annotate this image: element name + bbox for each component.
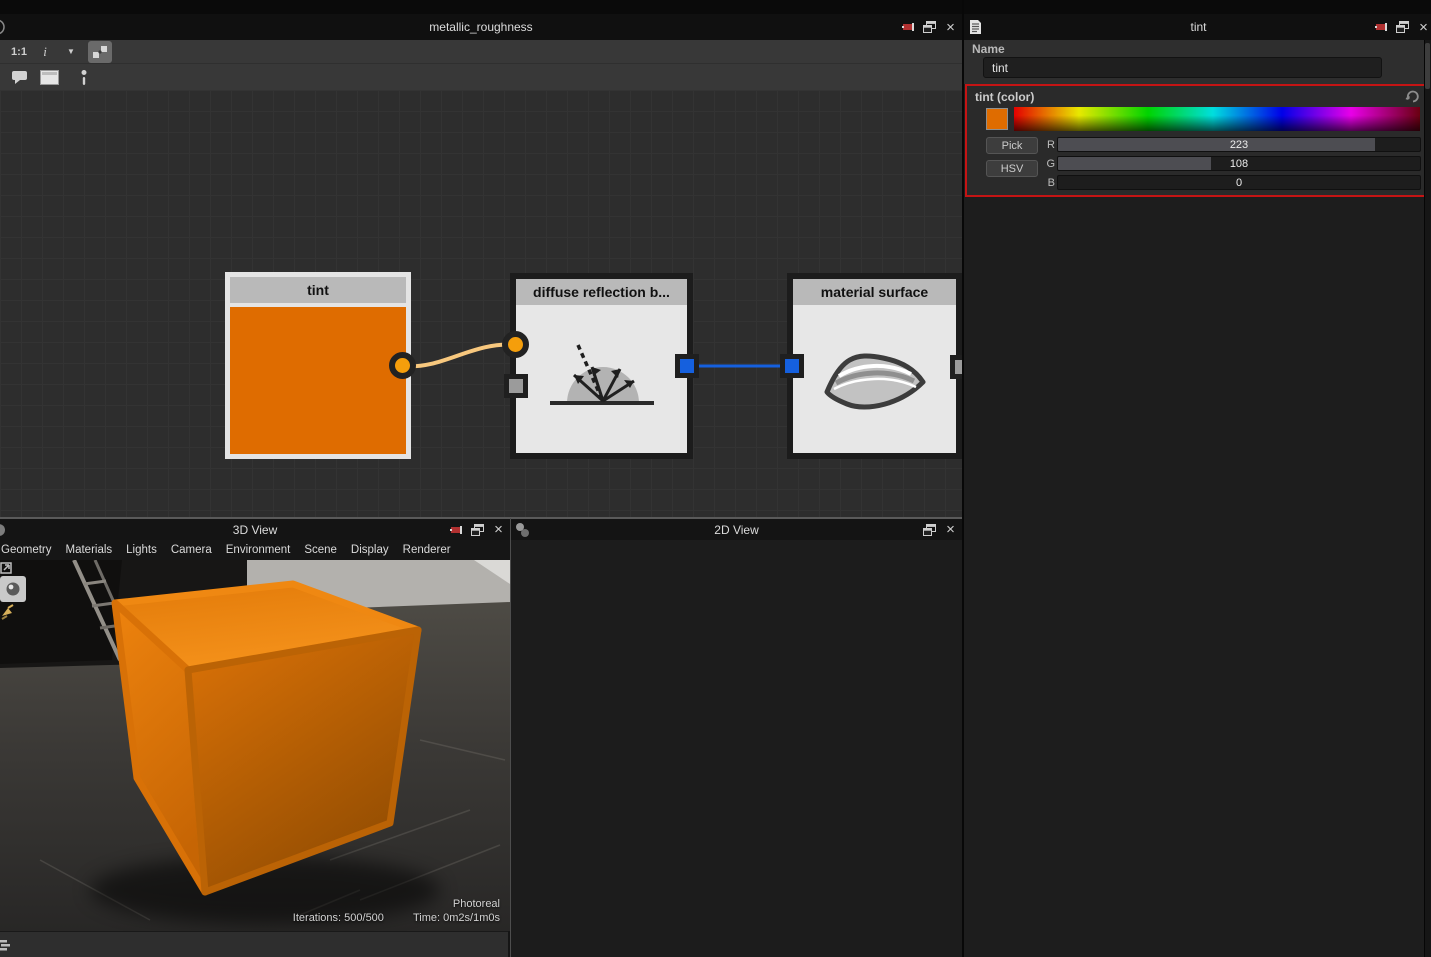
view2d-title: 2D View [511,523,962,537]
port-material-output[interactable] [950,355,962,379]
camera-sphere-button[interactable] [0,576,26,602]
properties-panel: tint × Name tint (color) P [962,0,1431,957]
port-diffuse-roughness-input[interactable] [504,374,528,398]
pin-icon[interactable] [901,20,916,35]
channel-value-g: 108 [1058,157,1420,170]
channel-slider-b[interactable]: 0 [1057,175,1421,190]
iterations-status: Iterations: 500/500 [293,912,384,924]
hue-gradient-bar[interactable] [1014,107,1420,131]
menu-camera[interactable]: Camera [171,544,212,556]
zoom-1to1-button[interactable]: 1:1 [10,43,28,61]
name-field-group: Name [964,40,1431,84]
time-status: Time: 0m2s/1m0s [413,912,500,924]
view3d-panel: 3D View × Geometry Materials Lights Came… [0,518,510,957]
properties-title: tint [964,20,1431,34]
reset-icon[interactable] [1405,89,1421,104]
channel-value-b: 0 [1058,176,1420,189]
graph-toolbar: 1:1 i ▼ [0,40,962,64]
pick-button[interactable]: Pick [986,137,1038,154]
comment-bubble-button[interactable] [10,68,28,86]
render-status: Photoreal Iterations: 500/500 Time: 0m2s… [293,897,500,925]
scrollbar-track[interactable] [1424,40,1431,957]
menu-scene[interactable]: Scene [304,544,337,556]
port-diffuse-output[interactable] [675,354,699,378]
pin-icon[interactable] [1374,20,1389,35]
channel-slider-r[interactable]: 223 [1057,137,1421,152]
float-window-icon[interactable] [1395,20,1410,35]
panel-splitter[interactable] [0,517,962,518]
person-pin-icon [81,70,87,85]
channel-row-g: G 108 [1045,156,1421,171]
view3d-menubar: Geometry Materials Lights Camera Environ… [0,540,510,560]
channel-slider-g[interactable]: 108 [1057,156,1421,171]
top-black-strip [0,0,962,14]
port-tint-output[interactable] [389,352,416,379]
name-label: Name [972,42,1005,56]
wires-layer [0,90,962,518]
window-frame-icon [40,70,59,85]
view2d-panel: 2D View × [510,518,962,957]
menu-lights[interactable]: Lights [126,544,157,556]
view3d-title: 3D View [0,523,510,537]
wire-tint-to-diffuse[interactable] [403,345,516,367]
close-icon[interactable]: × [491,522,506,537]
view3d-titlebar[interactable]: 3D View × [0,518,510,540]
menu-materials[interactable]: Materials [66,544,113,556]
node-editor-panel: metallic_roughness × 1:1 i ▼ [0,0,962,518]
speech-bubble-icon [11,70,28,85]
view3d-bottom-strip [0,931,508,957]
menu-display[interactable]: Display [351,544,389,556]
menu-geometry[interactable]: Geometry [1,544,52,556]
hsv-button[interactable]: HSV [986,160,1038,177]
channel-label-r: R [1045,139,1055,151]
channel-value-r: 223 [1058,138,1420,151]
channel-label-b: B [1045,177,1055,189]
sphere-icon [5,581,21,597]
light-lamp-icon[interactable] [0,604,16,620]
node-graph-canvas[interactable]: tint diffuse reflection b... [0,90,962,518]
node-link-icon [92,45,108,59]
properties-titlebar[interactable]: tint × [964,14,1431,40]
info-button[interactable]: i [36,43,54,61]
float-window-icon[interactable] [922,522,937,537]
close-icon[interactable]: × [943,20,958,35]
channel-label-g: G [1045,158,1055,170]
expand-viewport-icon[interactable] [0,562,12,574]
node-editor-title: metallic_roughness [0,20,962,34]
float-window-icon[interactable] [470,522,485,537]
port-diffuse-color-input[interactable] [502,331,529,358]
renderer-name: Photoreal [293,897,500,911]
node-editor-titlebar[interactable]: metallic_roughness × [0,14,962,40]
viewport-3d[interactable]: Photoreal Iterations: 500/500 Time: 0m2s… [0,560,510,931]
menu-renderer[interactable]: Renderer [403,544,451,556]
tint-color-section: tint (color) Pick HSV R 223 G 108 [965,84,1431,197]
viewport-2d[interactable] [511,540,962,957]
dot-handle-button[interactable] [75,68,93,86]
render-scene [0,560,510,931]
menu-environment[interactable]: Environment [226,544,291,556]
float-window-icon[interactable] [922,20,937,35]
close-icon[interactable]: × [1416,20,1431,35]
close-icon[interactable]: × [943,522,958,537]
color-swatch[interactable] [986,108,1008,130]
channel-row-b: B 0 [1045,175,1421,190]
view2d-titlebar[interactable]: 2D View × [511,518,962,540]
annotation-toolbar [0,64,962,90]
top-black-strip [964,0,1431,14]
scrollbar-thumb[interactable] [1425,43,1430,89]
viewport-toolbar [0,562,26,620]
pin-icon[interactable] [449,522,464,537]
layers-list-icon[interactable] [0,939,10,951]
color-section-header: tint (color) [975,90,1034,104]
port-material-bsdf-input[interactable] [780,354,804,378]
application-window: metallic_roughness × 1:1 i ▼ [0,0,1431,957]
backdrop-frame-button[interactable] [40,68,59,86]
channel-row-r: R 223 [1045,137,1421,152]
dropdown-arrow-icon[interactable]: ▼ [62,43,80,61]
node-link-mode-button[interactable] [88,41,112,63]
name-input[interactable] [983,57,1382,78]
